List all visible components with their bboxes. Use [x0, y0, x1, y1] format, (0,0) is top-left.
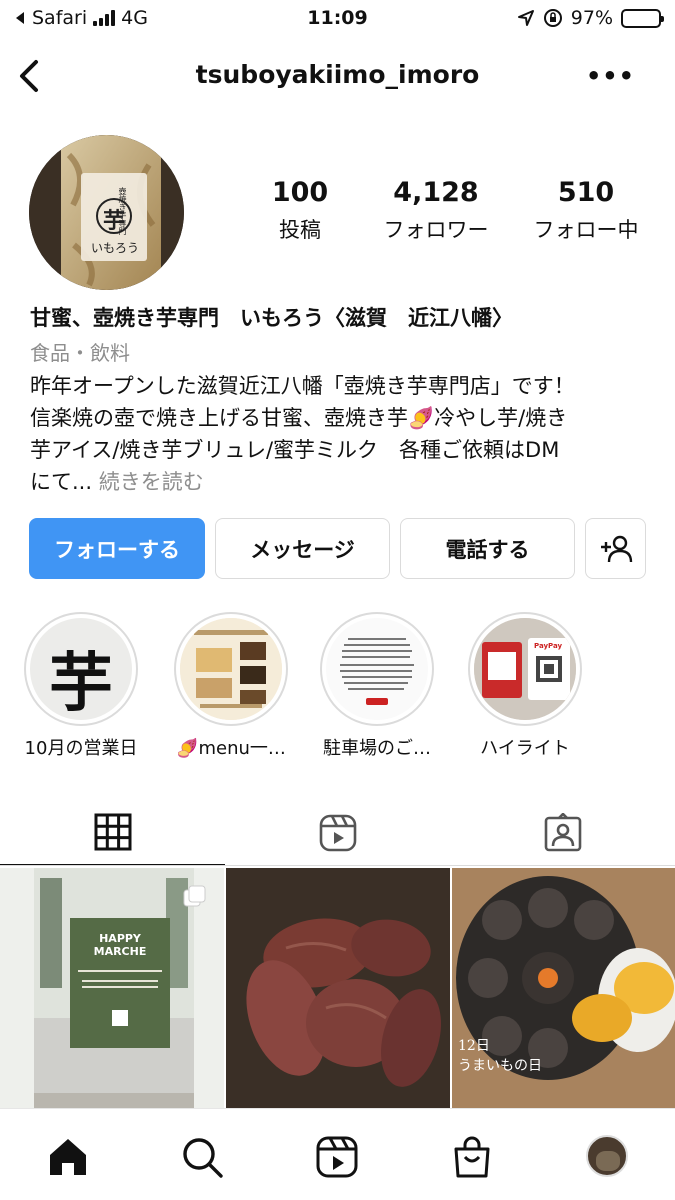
- top-nav: tsuboyakiimo_imoro •••: [0, 46, 675, 106]
- highlight-ring: 芋: [24, 612, 138, 726]
- home-icon[interactable]: [46, 1135, 90, 1179]
- highlight-cover: PayPay: [474, 618, 576, 720]
- grid-icon: [94, 813, 131, 851]
- profile-category: 食品・飲料: [30, 341, 130, 365]
- reels-icon[interactable]: [315, 1135, 359, 1179]
- status-bar: Safari 4G 11:09 97%: [0, 0, 675, 38]
- post-title: HAPPY MARCHE: [93, 932, 147, 958]
- highlight-cover: 芋: [30, 618, 132, 720]
- parking-cover-image: [326, 618, 428, 720]
- menu-cover-image: [180, 618, 282, 720]
- highlight-item[interactable]: 芋 10月の営業日: [22, 612, 140, 760]
- location-icon: [517, 10, 534, 26]
- shop-icon[interactable]: [450, 1135, 494, 1179]
- bottom-tab-bar: [0, 1108, 675, 1200]
- read-more-link[interactable]: 続きを読む: [99, 470, 204, 494]
- call-button[interactable]: 電話する: [400, 518, 575, 579]
- more-horizontal-icon[interactable]: •••: [586, 62, 635, 90]
- stat-posts[interactable]: 100 投稿: [240, 178, 360, 244]
- battery-icon: [621, 8, 664, 28]
- posts-grid: HAPPY MARCHE 12日 うまいもの日: [0, 868, 675, 1113]
- highlight-item[interactable]: 🍠menu一…: [172, 612, 290, 760]
- highlight-ring: [320, 612, 434, 726]
- rotation-lock-icon: [543, 9, 562, 27]
- bio-line: 芋アイス/焼き芋ブリュレ/蜜芋ミルク 各種ご依頼はDM: [30, 438, 560, 462]
- highlight-label: ハイライト: [480, 738, 570, 759]
- profile-avatar[interactable]: [586, 1135, 628, 1177]
- profile-username: tsuboyakiimo_imoro: [195, 60, 480, 89]
- stat-value: 100: [271, 177, 329, 208]
- message-button[interactable]: メッセージ: [215, 518, 390, 579]
- highlight-item[interactable]: 駐車場のご…: [318, 612, 436, 760]
- bio-line: 信楽焼の壺で焼き上げる甘蜜、壺焼き芋🍠冷やし芋/焼き: [30, 406, 568, 430]
- post-thumbnail[interactable]: [226, 868, 450, 1113]
- stat-value: 510: [557, 177, 615, 208]
- stat-following[interactable]: 510 フォロー中: [512, 178, 660, 244]
- highlight-label: 駐車場のご…: [323, 738, 431, 759]
- profile-tabs: [0, 800, 675, 866]
- follow-button[interactable]: フォローする: [29, 518, 205, 579]
- avatar-text-bottom: いもろう: [91, 241, 140, 255]
- highlight-cover: [326, 618, 428, 720]
- highlight-label: 10月の営業日: [24, 738, 138, 759]
- highlight-cover-text: 芋: [49, 647, 113, 720]
- bio-line: 昨年オープンした滋賀近江八幡「壺焼き芋専門店」です！: [30, 374, 575, 398]
- post-thumbnail[interactable]: HAPPY MARCHE: [0, 868, 224, 1113]
- tab-divider: [0, 865, 675, 866]
- stat-value: 4,128: [393, 177, 479, 208]
- tagged-icon: [544, 813, 581, 852]
- highlight-cover-text: PayPay: [534, 642, 563, 650]
- suggest-button[interactable]: [585, 518, 646, 579]
- profile-avatar-image: [596, 1151, 620, 1171]
- post-image: [226, 868, 450, 1113]
- payment-cover-image: [474, 618, 576, 720]
- highlight-label: 🍠menu一…: [176, 738, 286, 759]
- tab-tagged[interactable]: [450, 800, 675, 866]
- post-overlay-text: 12日 うまいもの日: [458, 1038, 542, 1074]
- profile-avatar[interactable]: 壺焼き芋専門 芋 いもろう: [29, 135, 184, 290]
- stat-label: 投稿: [279, 217, 321, 242]
- bio-last-line: にて... 続きを読む: [30, 466, 650, 498]
- profile-bio: 甘蜜、壺焼き芋専門 いもろう〈滋賀 近江八幡〉 食品・飲料 昨年オープンした滋賀…: [30, 300, 650, 498]
- status-right: 97%: [517, 7, 664, 29]
- highlight-cover: [180, 618, 282, 720]
- add-person-icon: [600, 535, 632, 562]
- search-icon[interactable]: [180, 1135, 224, 1179]
- post-thumbnail[interactable]: 12日 うまいもの日: [452, 868, 675, 1113]
- post-image: [452, 868, 675, 1113]
- highlight-item[interactable]: PayPay ハイライト: [466, 612, 584, 760]
- tab-reels[interactable]: [225, 800, 450, 866]
- stat-label: フォロワー: [383, 217, 489, 242]
- stat-followers[interactable]: 4,128 フォロワー: [360, 178, 512, 244]
- battery-percent: 97%: [570, 7, 613, 29]
- display-name: 甘蜜、壺焼き芋専門 いもろう〈滋賀 近江八幡〉: [30, 306, 513, 330]
- highlight-ring: [174, 612, 288, 726]
- highlight-ring: PayPay: [468, 612, 582, 726]
- profile-stats: 100 投稿 4,128 フォロワー 510 フォロー中: [240, 178, 660, 244]
- reels-icon: [319, 814, 356, 852]
- carousel-icon: [183, 885, 206, 907]
- bio-line: にて...: [30, 470, 93, 494]
- tab-grid[interactable]: [0, 800, 225, 866]
- stat-label: フォロー中: [533, 217, 639, 242]
- avatar-logo: 芋: [103, 209, 126, 234]
